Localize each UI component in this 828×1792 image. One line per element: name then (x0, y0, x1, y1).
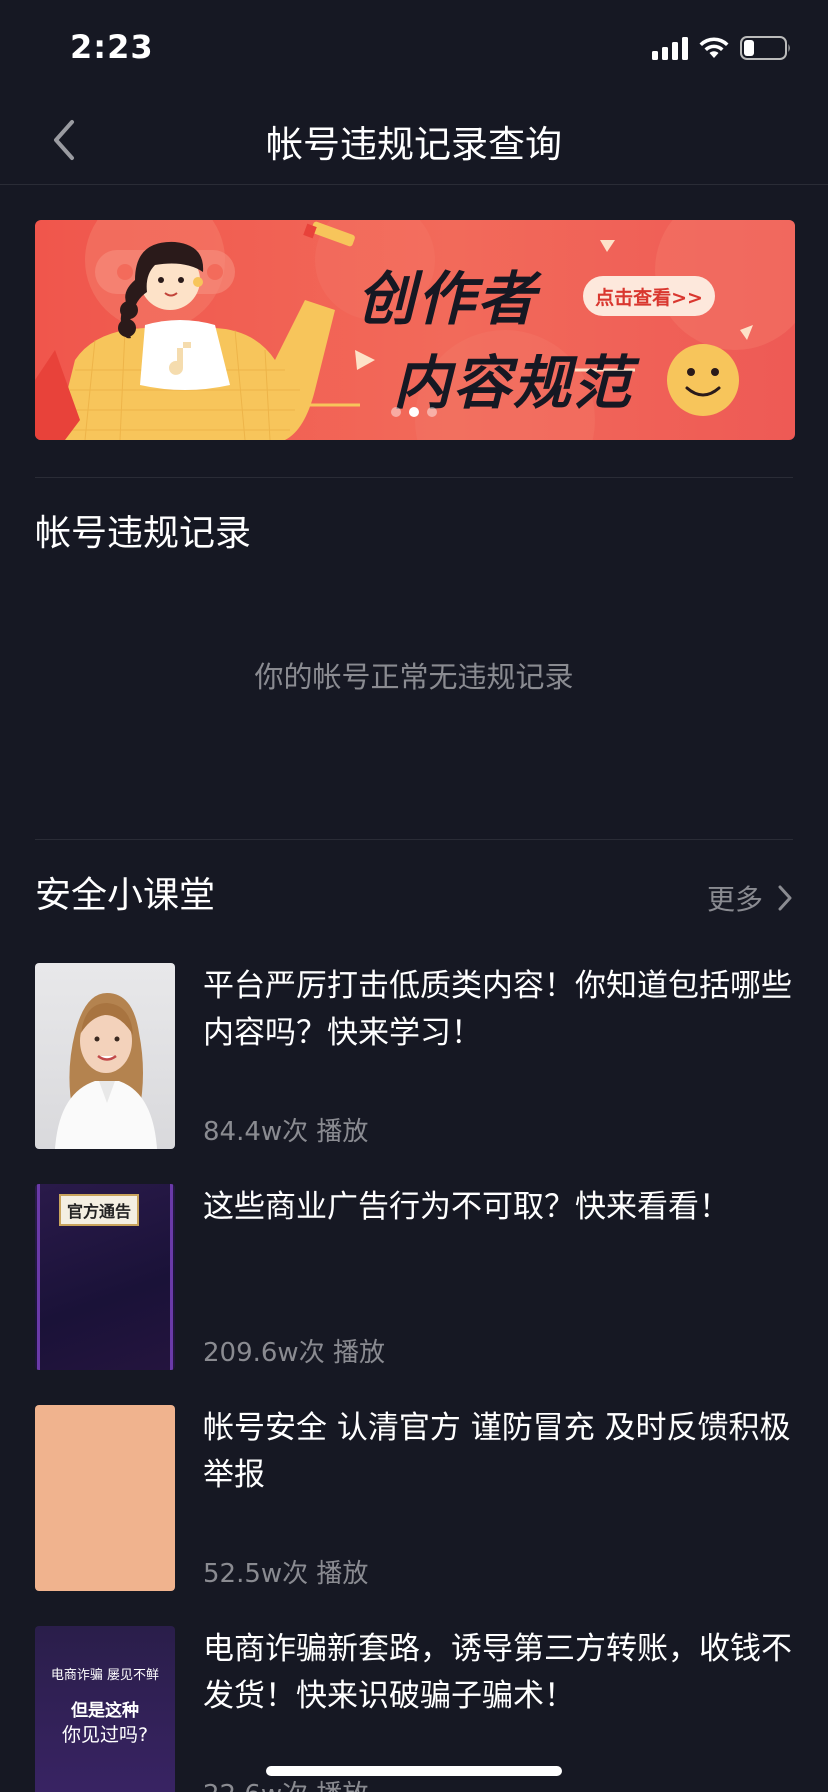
lesson-title: 电商诈骗新套路，诱导第三方转账，收钱不发货！快来识破骗子骗术！ (203, 1631, 792, 1714)
status-time: 2:23 (70, 28, 154, 66)
banner-title-line1: 创作者 (357, 265, 538, 333)
banner-pagination (391, 407, 437, 417)
portrait-photo (55, 993, 157, 1149)
more-link[interactable]: 更多 (707, 878, 793, 918)
lesson-title: 平台严厉打击低质类内容！你知道包括哪些内容吗？快来学习！ (203, 968, 792, 1051)
page-title: 帐号违规记录查询 (266, 123, 562, 166)
lessons-section-title: 安全小课堂 (35, 875, 216, 916)
thumb-edge (37, 1184, 40, 1370)
home-indicator[interactable] (266, 1766, 562, 1776)
banner-dot[interactable] (427, 407, 437, 417)
lesson-title: 帐号安全 认清官方 谨防冒充 及时反馈积极举报 (203, 1410, 791, 1493)
chevron-right-icon (778, 885, 792, 911)
screen: 2:23 帐号违规记录查询 创作者 内容规范 点击查看>> 帐号违规记录 你的帐… (0, 0, 828, 1792)
banner-cta-button[interactable]: 点击查看>> (583, 276, 715, 316)
cellular-signal-icon (652, 36, 688, 60)
banner-dot-active[interactable] (409, 407, 419, 417)
lesson-play-count: 209.6w次 播放 (203, 1338, 385, 1368)
status-icons (652, 36, 792, 60)
status-bar: 2:23 (0, 0, 828, 96)
thumb-text: 但是这种 (71, 1701, 139, 1721)
lesson-thumbnail[interactable]: 官方通告 (35, 1184, 175, 1370)
violations-empty-message: 你的帐号正常无违规记录 (254, 660, 574, 694)
lesson-item[interactable]: 平台严厉打击低质类内容！你知道包括哪些内容吗？快来学习！ 84.4w次 播放 (35, 963, 795, 1149)
lesson-item[interactable]: 帐号安全 认清官方 谨防冒充 及时反馈积极举报 52.5w次 播放 (35, 1405, 795, 1591)
banner-dot[interactable] (391, 407, 401, 417)
nav-bar: 帐号违规记录查询 (0, 96, 828, 185)
wifi-icon (699, 37, 729, 58)
thumb-text: 电商诈骗 屡见不鲜 (50, 1668, 160, 1683)
thumb-text: 你见过吗? (61, 1724, 149, 1746)
thumb-edge (170, 1184, 173, 1370)
lesson-title: 这些商业广告行为不可取？快来看看！ (203, 1189, 730, 1225)
lesson-thumbnail[interactable]: 电商诈骗 屡见不鲜 但是这种 你见过吗? (35, 1626, 175, 1792)
divider (35, 477, 793, 478)
lesson-play-count: 22.6w次 播放 (203, 1774, 368, 1792)
lesson-play-count: 84.4w次 播放 (203, 1117, 369, 1147)
lesson-play-count: 52.5w次 播放 (203, 1559, 369, 1589)
creator-guidelines-banner[interactable]: 创作者 内容规范 点击查看>> (35, 220, 795, 440)
lesson-thumbnail[interactable] (35, 963, 175, 1149)
lesson-item[interactable]: 官方通告 这些商业广告行为不可取？快来看看！ 209.6w次 播放 (35, 1184, 795, 1370)
lesson-thumbnail[interactable] (35, 1405, 175, 1591)
more-label: 更多 (706, 883, 763, 916)
battery-icon (740, 36, 790, 60)
official-notice-label: 官方通告 (59, 1194, 140, 1226)
divider (35, 839, 793, 840)
violations-section-title: 帐号违规记录 (35, 513, 252, 554)
